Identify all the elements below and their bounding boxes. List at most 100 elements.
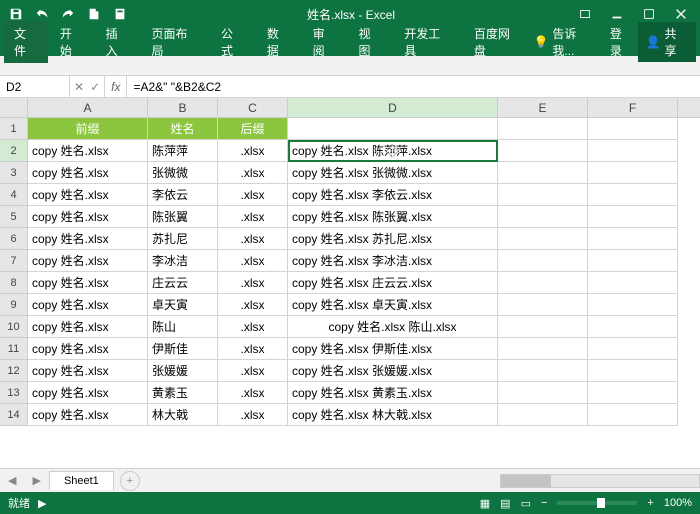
cell[interactable] <box>498 360 588 382</box>
cell[interactable]: copy 姓名.xlsx 卓天寅.xlsx <box>288 294 498 316</box>
fx-icon[interactable]: fx <box>105 76 127 97</box>
sheet-nav-prev-icon[interactable]: ◀ <box>0 474 24 487</box>
cell[interactable]: 苏扎尼 <box>148 228 218 250</box>
cell[interactable] <box>498 316 588 338</box>
cell[interactable]: .xlsx <box>218 272 288 294</box>
cell[interactable]: .xlsx <box>218 250 288 272</box>
cell[interactable] <box>498 228 588 250</box>
cell[interactable] <box>588 316 678 338</box>
tab-view[interactable]: 视图 <box>348 21 392 63</box>
cell[interactable]: 张微微 <box>148 162 218 184</box>
cell[interactable] <box>588 118 678 140</box>
cell[interactable]: copy 姓名.xlsx <box>28 294 148 316</box>
cell[interactable]: 前缀 <box>28 118 148 140</box>
cell[interactable]: 后缀 <box>218 118 288 140</box>
cell[interactable]: 陈萍萍 <box>148 140 218 162</box>
cell[interactable]: copy 姓名.xlsx 李依云.xlsx <box>288 184 498 206</box>
cell[interactable]: 庄云云 <box>148 272 218 294</box>
cell[interactable] <box>498 294 588 316</box>
grid-rows[interactable]: 1 前缀 姓名 后缀 2copy 姓名.xlsx陈萍萍.xlsxcopy 姓名.… <box>0 118 700 468</box>
cell[interactable]: 姓名 <box>148 118 218 140</box>
tab-review[interactable]: 审阅 <box>303 21 347 63</box>
cell[interactable]: .xlsx <box>218 228 288 250</box>
cell[interactable]: 黄素玉 <box>148 382 218 404</box>
cell[interactable] <box>498 250 588 272</box>
login-link[interactable]: 登录 <box>610 25 634 59</box>
cell[interactable] <box>588 140 678 162</box>
cell[interactable]: copy 姓名.xlsx 伊斯佳.xlsx <box>288 338 498 360</box>
row-header[interactable]: 4 <box>0 184 28 206</box>
cell[interactable] <box>498 206 588 228</box>
col-header-C[interactable]: C <box>218 98 288 117</box>
tab-home[interactable]: 开始 <box>50 21 94 63</box>
zoom-in-icon[interactable]: + <box>647 497 653 509</box>
cell[interactable]: copy 姓名.xlsx <box>28 250 148 272</box>
cell[interactable] <box>288 118 498 140</box>
cell[interactable] <box>498 118 588 140</box>
cell[interactable]: copy 姓名.xlsx <box>28 404 148 426</box>
cell[interactable]: copy 姓名.xlsx 陈山.xlsx <box>288 316 498 338</box>
cell[interactable]: 李冰洁 <box>148 250 218 272</box>
row-header[interactable]: 10 <box>0 316 28 338</box>
cell[interactable]: copy 姓名.xlsx 李冰洁.xlsx <box>288 250 498 272</box>
row-header[interactable]: 7 <box>0 250 28 272</box>
cell[interactable] <box>498 140 588 162</box>
row-header[interactable]: 2 <box>0 140 28 162</box>
cell[interactable]: .xlsx <box>218 404 288 426</box>
tab-data[interactable]: 数据 <box>257 21 301 63</box>
cell[interactable] <box>588 162 678 184</box>
cell[interactable]: .xlsx <box>218 162 288 184</box>
cell[interactable]: copy 姓名.xlsx <box>28 382 148 404</box>
cell[interactable]: .xlsx <box>218 360 288 382</box>
cell[interactable] <box>588 184 678 206</box>
cell[interactable] <box>498 184 588 206</box>
cell[interactable]: 林大戟 <box>148 404 218 426</box>
cell[interactable]: .xlsx <box>218 382 288 404</box>
zoom-out-icon[interactable]: − <box>541 497 547 509</box>
row-header[interactable]: 11 <box>0 338 28 360</box>
cell[interactable]: .xlsx <box>218 294 288 316</box>
zoom-slider[interactable] <box>557 501 637 505</box>
col-header-D[interactable]: D <box>288 98 498 117</box>
col-header-A[interactable]: A <box>28 98 148 117</box>
zoom-level[interactable]: 100% <box>664 497 692 509</box>
cell[interactable]: .xlsx <box>218 184 288 206</box>
tab-file[interactable]: 文件 <box>4 21 48 63</box>
cell[interactable]: 卓天寅 <box>148 294 218 316</box>
cell[interactable]: copy 姓名.xlsx <box>28 228 148 250</box>
cell[interactable]: copy 姓名.xlsx <box>28 140 148 162</box>
tab-layout[interactable]: 页面布局 <box>141 21 209 63</box>
cell[interactable]: 李依云 <box>148 184 218 206</box>
cell[interactable]: copy 姓名.xlsx 庄云云.xlsx <box>288 272 498 294</box>
row-header[interactable]: 14 <box>0 404 28 426</box>
row-header[interactable]: 12 <box>0 360 28 382</box>
row-header[interactable]: 8 <box>0 272 28 294</box>
cell[interactable] <box>588 294 678 316</box>
tab-baidu[interactable]: 百度网盘 <box>464 21 532 63</box>
cell[interactable] <box>498 272 588 294</box>
view-normal-icon[interactable]: ▦ <box>480 497 490 510</box>
col-header-F[interactable]: F <box>588 98 678 117</box>
row-header[interactable]: 13 <box>0 382 28 404</box>
cell[interactable]: 陈张翼 <box>148 206 218 228</box>
cell[interactable] <box>588 228 678 250</box>
tell-me[interactable]: 告诉我... <box>552 25 597 59</box>
cell[interactable] <box>588 206 678 228</box>
select-all-corner[interactable] <box>0 98 28 117</box>
cell[interactable]: copy 姓名.xlsx 陈萍萍.xlsx✥ <box>288 140 498 162</box>
cell[interactable] <box>588 338 678 360</box>
cell[interactable]: 伊斯佳 <box>148 338 218 360</box>
cell[interactable] <box>588 250 678 272</box>
cell[interactable]: copy 姓名.xlsx 苏扎尼.xlsx <box>288 228 498 250</box>
formula-input[interactable]: =A2&" "&B2&C2 <box>127 78 700 96</box>
cell[interactable]: copy 姓名.xlsx <box>28 162 148 184</box>
cell[interactable]: copy 姓名.xlsx 张微微.xlsx <box>288 162 498 184</box>
cell[interactable]: .xlsx <box>218 338 288 360</box>
cell[interactable] <box>588 404 678 426</box>
cell[interactable]: copy 姓名.xlsx <box>28 184 148 206</box>
tab-developer[interactable]: 开发工具 <box>394 21 462 63</box>
cell[interactable]: 张媛媛 <box>148 360 218 382</box>
cell[interactable]: copy 姓名.xlsx <box>28 338 148 360</box>
confirm-icon[interactable]: ✓ <box>90 80 100 94</box>
cell[interactable]: copy 姓名.xlsx 陈张翼.xlsx <box>288 206 498 228</box>
